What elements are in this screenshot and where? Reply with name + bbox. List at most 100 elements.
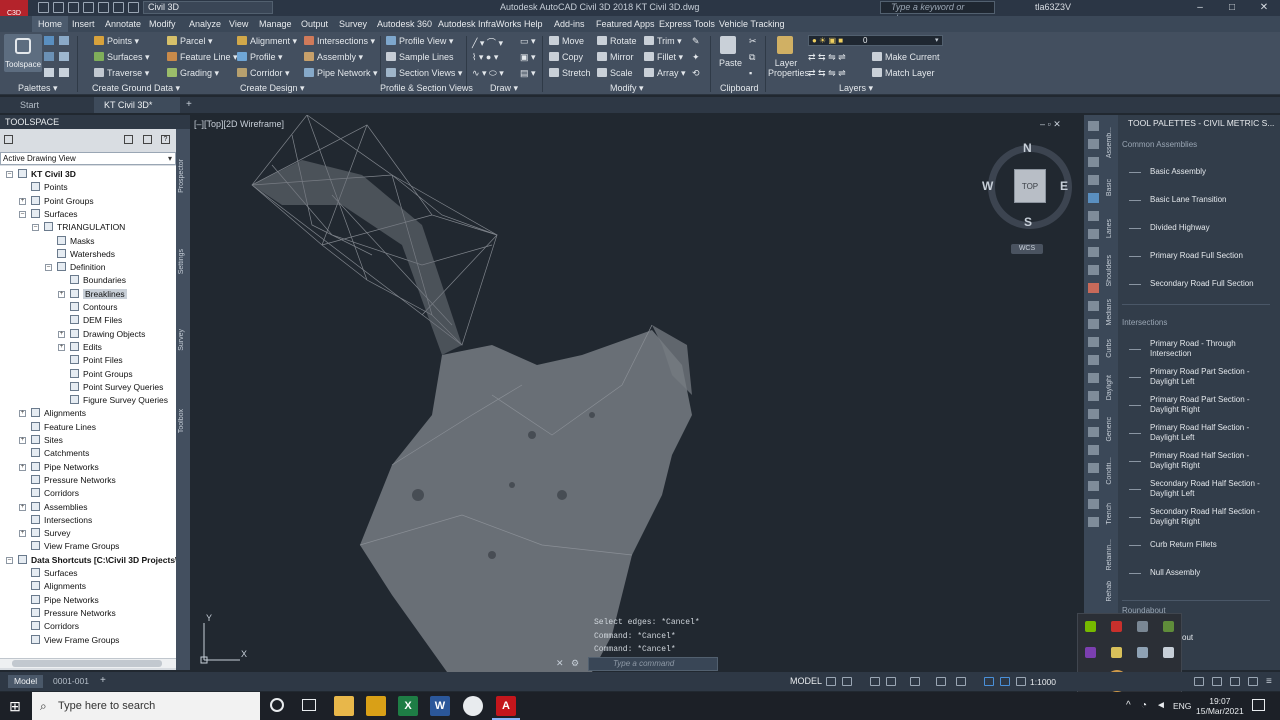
- palette-item[interactable]: Basic Lane Transition: [1150, 195, 1270, 205]
- traverse-button[interactable]: Traverse ▾: [94, 68, 149, 79]
- tab-home[interactable]: Home: [32, 16, 69, 32]
- tray-app-icon[interactable]: [1111, 621, 1122, 632]
- compass-south[interactable]: S: [1024, 215, 1032, 229]
- tree-expander[interactable]: –: [45, 264, 52, 272]
- isolate-icon[interactable]: [1212, 677, 1222, 686]
- grid-icon[interactable]: [826, 677, 836, 686]
- palette-item[interactable]: Primary Road Half Section - Daylight Lef…: [1150, 423, 1270, 443]
- tab-model[interactable]: Model: [8, 675, 44, 688]
- viewcube-top-face[interactable]: TOP: [1014, 169, 1046, 203]
- palette-icon[interactable]: [44, 68, 54, 77]
- layer-tools-icons-2[interactable]: ⇄ ⇆ ⇋ ⇌: [808, 68, 846, 79]
- excel-icon[interactable]: X: [398, 696, 418, 716]
- palette-strip-icon[interactable]: [1088, 283, 1099, 293]
- polyline-tool-icon[interactable]: ⌇ ▾ ● ▾: [472, 52, 498, 63]
- toolspace-list-icon[interactable]: [143, 135, 152, 144]
- explode-icon[interactable]: ✦: [692, 52, 700, 63]
- feature-line-button[interactable]: Feature Line ▾: [167, 52, 238, 63]
- panel-create-design[interactable]: Create Design ▾: [240, 83, 305, 94]
- tab-conditional[interactable]: Conditi...: [1106, 457, 1113, 485]
- file-explorer-icon[interactable]: [334, 696, 354, 716]
- volume-icon[interactable]: ◄: [1156, 700, 1166, 711]
- taskbar-search[interactable]: ⌕ Type here to search: [32, 692, 260, 720]
- panel-profile-section-views[interactable]: Profile & Section Views: [380, 83, 473, 93]
- toolspace-options-icon[interactable]: [124, 135, 133, 144]
- windows-start-icon[interactable]: ⊞: [4, 696, 26, 716]
- task-view-icon[interactable]: [302, 699, 316, 711]
- points-button[interactable]: Points ▾: [94, 36, 139, 47]
- toolspace-view-select[interactable]: Active Drawing View ▾: [0, 152, 176, 165]
- scale-button[interactable]: Scale: [597, 68, 633, 78]
- scroll-thumb[interactable]: [12, 660, 162, 667]
- parcel-button[interactable]: Parcel ▾: [167, 36, 213, 47]
- viewcube[interactable]: TOP N S E W: [982, 141, 1072, 229]
- tab-trench[interactable]: Trench: [1106, 503, 1113, 525]
- help-search-input[interactable]: Type a keyword or phrase: [880, 1, 995, 23]
- compass-east[interactable]: E: [1060, 179, 1068, 193]
- palette-item[interactable]: Null Assembly: [1150, 568, 1270, 578]
- tab-medians[interactable]: Medians: [1106, 299, 1113, 325]
- boundary-tool-icon[interactable]: ▤ ▾: [520, 68, 536, 79]
- new-tab-button[interactable]: +: [186, 99, 192, 110]
- tree-item[interactable]: Pressure Networks: [31, 607, 116, 620]
- palette-strip-icon[interactable]: [1088, 265, 1099, 275]
- snap-icon[interactable]: [842, 677, 852, 686]
- redo-icon[interactable]: [128, 2, 139, 13]
- close-button[interactable]: ✕: [1254, 1, 1274, 14]
- tree-item[interactable]: Point Groups: [70, 368, 133, 381]
- customization-menu-icon[interactable]: ≡: [1266, 676, 1272, 687]
- sample-lines-button[interactable]: Sample Lines: [386, 52, 454, 62]
- palette-icon[interactable]: [59, 52, 69, 61]
- mirror-button[interactable]: Mirror: [597, 52, 634, 62]
- tab-express-tools[interactable]: Express Tools: [659, 16, 715, 32]
- palette-strip-icon[interactable]: [1088, 481, 1099, 491]
- palette-strip-icon[interactable]: [1088, 229, 1099, 239]
- grading-button[interactable]: Grading ▾: [167, 68, 219, 79]
- microphone-icon[interactable]: [1163, 647, 1174, 658]
- tab-infraworks[interactable]: Autodesk InfraWorks: [438, 16, 521, 32]
- tree-item[interactable]: Pressure Networks: [31, 474, 116, 487]
- tab-manage[interactable]: Manage: [259, 16, 292, 32]
- help-icon[interactable]: ?: [161, 135, 170, 144]
- profile-view-button[interactable]: Profile View ▾: [386, 36, 453, 47]
- tab-daylight[interactable]: Daylight: [1106, 375, 1113, 400]
- palette-icon[interactable]: [59, 68, 69, 77]
- palette-strip-icon[interactable]: [1088, 319, 1099, 329]
- palette-strip-icon[interactable]: [1088, 193, 1099, 203]
- tree-item[interactable]: Pipe Networks: [31, 461, 99, 474]
- palette-item[interactable]: Primary Road Part Section - Daylight Rig…: [1150, 395, 1270, 415]
- palette-item[interactable]: Primary Road Part Section - Daylight Lef…: [1150, 367, 1270, 387]
- annotation-scale-icon[interactable]: [1016, 677, 1026, 686]
- palette-icon[interactable]: [44, 52, 54, 61]
- clock[interactable]: 19:07 15/Mar/2021: [1196, 696, 1244, 716]
- tab-featured-apps[interactable]: Featured Apps: [596, 16, 655, 32]
- palette-strip-icon[interactable]: [1088, 157, 1099, 167]
- word-icon[interactable]: W: [430, 696, 450, 716]
- match-layer-button[interactable]: Match Layer: [872, 68, 935, 78]
- tree-expander[interactable]: +: [19, 463, 26, 471]
- panel-modify[interactable]: Modify ▾: [610, 83, 644, 94]
- palette-item[interactable]: Primary Road - Through Intersection: [1150, 339, 1270, 359]
- tab-settings-ts[interactable]: Settings: [178, 249, 185, 274]
- corridor-button[interactable]: Corridor ▾: [237, 68, 290, 79]
- tab-addins[interactable]: Add-ins: [554, 16, 585, 32]
- tray-overflow-icon[interactable]: ^: [1126, 700, 1131, 711]
- tab-autodesk-360[interactable]: Autodesk 360: [377, 16, 432, 32]
- workspace-icon[interactable]: [1194, 677, 1204, 686]
- palette-item[interactable]: Secondary Road Full Section: [1150, 279, 1270, 289]
- undo-icon[interactable]: [113, 2, 124, 13]
- nvidia-icon[interactable]: [1085, 621, 1096, 632]
- tab-analyze[interactable]: Analyze: [189, 16, 221, 32]
- print-icon[interactable]: [98, 2, 109, 13]
- autoscale-icon[interactable]: [1000, 677, 1010, 686]
- drawing-viewport[interactable]: [–][Top][2D Wireframe] – ▫ ✕ Y X TOP N S…: [192, 115, 1082, 672]
- tab-modify[interactable]: Modify: [149, 16, 176, 32]
- hardware-accel-icon[interactable]: [1230, 677, 1240, 686]
- tab-start[interactable]: Start: [10, 97, 49, 113]
- palette-strip-icon[interactable]: [1088, 337, 1099, 347]
- tree-expander[interactable]: +: [19, 410, 26, 418]
- tree-item[interactable]: Surfaces: [31, 208, 78, 221]
- tree-expander[interactable]: –: [6, 171, 13, 178]
- tab-vehicle-tracking[interactable]: Vehicle Tracking: [719, 16, 785, 32]
- pipe-network-button[interactable]: Pipe Network ▾: [304, 68, 378, 79]
